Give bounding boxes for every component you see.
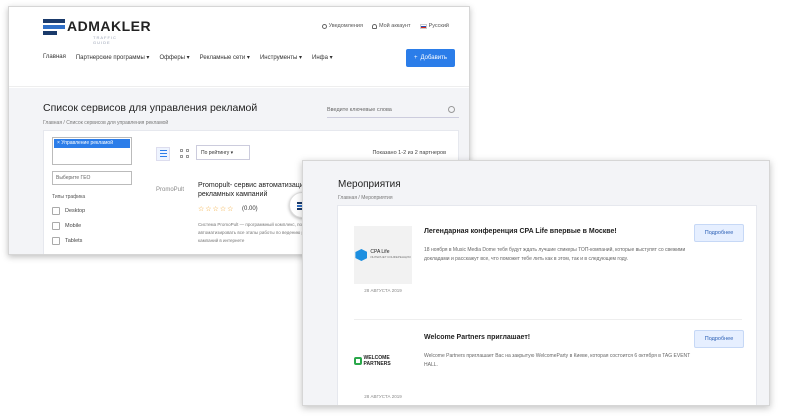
event-title[interactable]: Легендарная конференция CPA Life впервые… xyxy=(424,228,617,235)
site-header: ADMAKLER TRAFFIC GUIDE Уведомления Мой а… xyxy=(9,7,469,87)
selected-category-chip[interactable]: × Управление рекламой xyxy=(54,139,130,148)
front-window-screenshot: Мероприятия Главная / Мероприятия CPA Li… xyxy=(302,160,770,406)
traffic-checkbox-tablets[interactable]: Tablets xyxy=(52,237,132,245)
grid-view-icon[interactable] xyxy=(178,147,192,161)
checkbox-label: Tablets xyxy=(65,238,83,244)
welcome-partners-logo: WELCOME PARTNERS xyxy=(354,355,412,367)
main-nav: Главная Партнерские программы ▾ Офферы ▾… xyxy=(43,54,333,61)
event-details-button[interactable]: Подробнее xyxy=(694,224,744,242)
nav-item-ad-networks[interactable]: Рекламные сети ▾ xyxy=(200,54,250,61)
rating-stars: ☆☆☆☆☆ xyxy=(198,206,235,213)
traffic-types-heading: Типы трафика xyxy=(52,194,86,200)
breadcrumb: Главная / Список сервисов для управления… xyxy=(43,120,169,126)
user-icon xyxy=(371,23,377,29)
event-description: 18 ноября в Music Media Dome тебя будут … xyxy=(424,247,686,262)
welcome-partners-mark-icon xyxy=(354,357,362,365)
geo-select[interactable]: Выберите ГЕО xyxy=(52,171,132,185)
checkbox-icon[interactable] xyxy=(52,237,60,245)
event-description: Welcome Partners приглашает Вас на закры… xyxy=(424,353,691,368)
rating-value: (0.00) xyxy=(242,206,258,212)
sort-select[interactable]: По рейтингу ▾ xyxy=(196,145,250,160)
search-placeholder: Введите ключевые слова xyxy=(327,107,392,113)
top-utility-bar: Уведомления Мой аккаунт Русский xyxy=(321,23,449,29)
stage: ADMAKLER TRAFFIC GUIDE Уведомления Мой а… xyxy=(0,0,799,417)
welcome-partners-logo-text: WELCOME PARTNERS xyxy=(363,355,391,367)
site-logo[interactable]: ADMAKLER TRAFFIC GUIDE xyxy=(43,16,151,45)
category-multiselect[interactable]: × Управление рекламой xyxy=(52,137,132,165)
checkbox-label: Desktop xyxy=(65,208,86,214)
cpa-life-logo-text: CPA Life ИНТЕРНЕТ КОНФЕРЕНЦИЯ xyxy=(370,250,410,260)
filter-sidebar: × Управление рекламой Выберите ГЕО Типы … xyxy=(52,137,132,245)
notifications-link[interactable]: Уведомления xyxy=(321,23,363,29)
traffic-checkbox-mobile[interactable]: Mobile xyxy=(52,222,132,230)
event-thumbnail[interactable]: CPA Life ИНТЕРНЕТ КОНФЕРЕНЦИЯ xyxy=(354,226,412,284)
add-button[interactable]: + Добавить xyxy=(406,49,455,67)
nav-item-offers[interactable]: Офферы ▾ xyxy=(159,54,189,61)
logo-text: ADMAKLER xyxy=(67,18,152,34)
divider xyxy=(354,319,742,320)
search-input[interactable]: Введите ключевые слова xyxy=(327,104,459,118)
promopult-logo[interactable]: PromoPult xyxy=(156,187,194,199)
search-icon[interactable] xyxy=(448,106,455,113)
russia-flag-icon xyxy=(419,23,427,29)
event-date: 28 АВГУСТА 2019 xyxy=(364,394,402,399)
traffic-checkbox-desktop[interactable]: Desktop xyxy=(52,207,132,215)
events-panel: CPA Life ИНТЕРНЕТ КОНФЕРЕНЦИЯ 28 АВГУСТА … xyxy=(337,205,757,405)
nav-item-tools[interactable]: Инструменты ▾ xyxy=(260,54,302,61)
account-link[interactable]: Мой аккаунт xyxy=(371,23,411,29)
checkbox-icon[interactable] xyxy=(52,207,60,215)
checkbox-icon[interactable] xyxy=(52,222,60,230)
nav-item-home[interactable]: Главная xyxy=(43,54,66,61)
logo-mark-icon xyxy=(43,19,65,37)
language-switcher[interactable]: Русский xyxy=(419,23,449,29)
cpa-life-logo-sub: ИНТЕРНЕТ КОНФЕРЕНЦИЯ xyxy=(370,255,411,259)
logo-tagline: TRAFFIC GUIDE xyxy=(93,35,117,45)
nav-item-affiliate-programs[interactable]: Партнерские программы ▾ xyxy=(76,54,150,61)
results-count: Показано 1-2 из 2 партнеров xyxy=(372,150,446,156)
page-title: Список сервисов для управления рекламой xyxy=(43,102,258,114)
events-breadcrumb: Главная / Мероприятия xyxy=(338,195,393,201)
events-page-title: Мероприятия xyxy=(338,179,401,190)
event-title[interactable]: Welcome Partners приглашает! xyxy=(424,334,530,341)
bell-icon xyxy=(321,23,327,29)
hexagon-icon xyxy=(355,249,368,261)
event-card: CPA Life ИНТЕРНЕТ КОНФЕРЕНЦИЯ 28 АВГУСТА … xyxy=(338,222,756,317)
event-date: 28 АВГУСТА 2019 xyxy=(364,288,402,293)
event-thumbnail[interactable]: WELCOME PARTNERS xyxy=(354,332,412,390)
checkbox-label: Mobile xyxy=(65,223,82,229)
event-details-button[interactable]: Подробнее xyxy=(694,330,744,348)
nav-item-info[interactable]: Инфа ▾ xyxy=(312,54,333,61)
list-view-icon[interactable] xyxy=(156,147,170,161)
add-button-label: Добавить xyxy=(420,55,448,61)
event-card: WELCOME PARTNERS 28 АВГУСТА 2019 Welcome… xyxy=(338,328,756,405)
cpa-life-logo: CPA Life ИНТЕРНЕТ КОНФЕРЕНЦИЯ xyxy=(355,249,411,261)
plus-icon: + xyxy=(413,55,418,61)
